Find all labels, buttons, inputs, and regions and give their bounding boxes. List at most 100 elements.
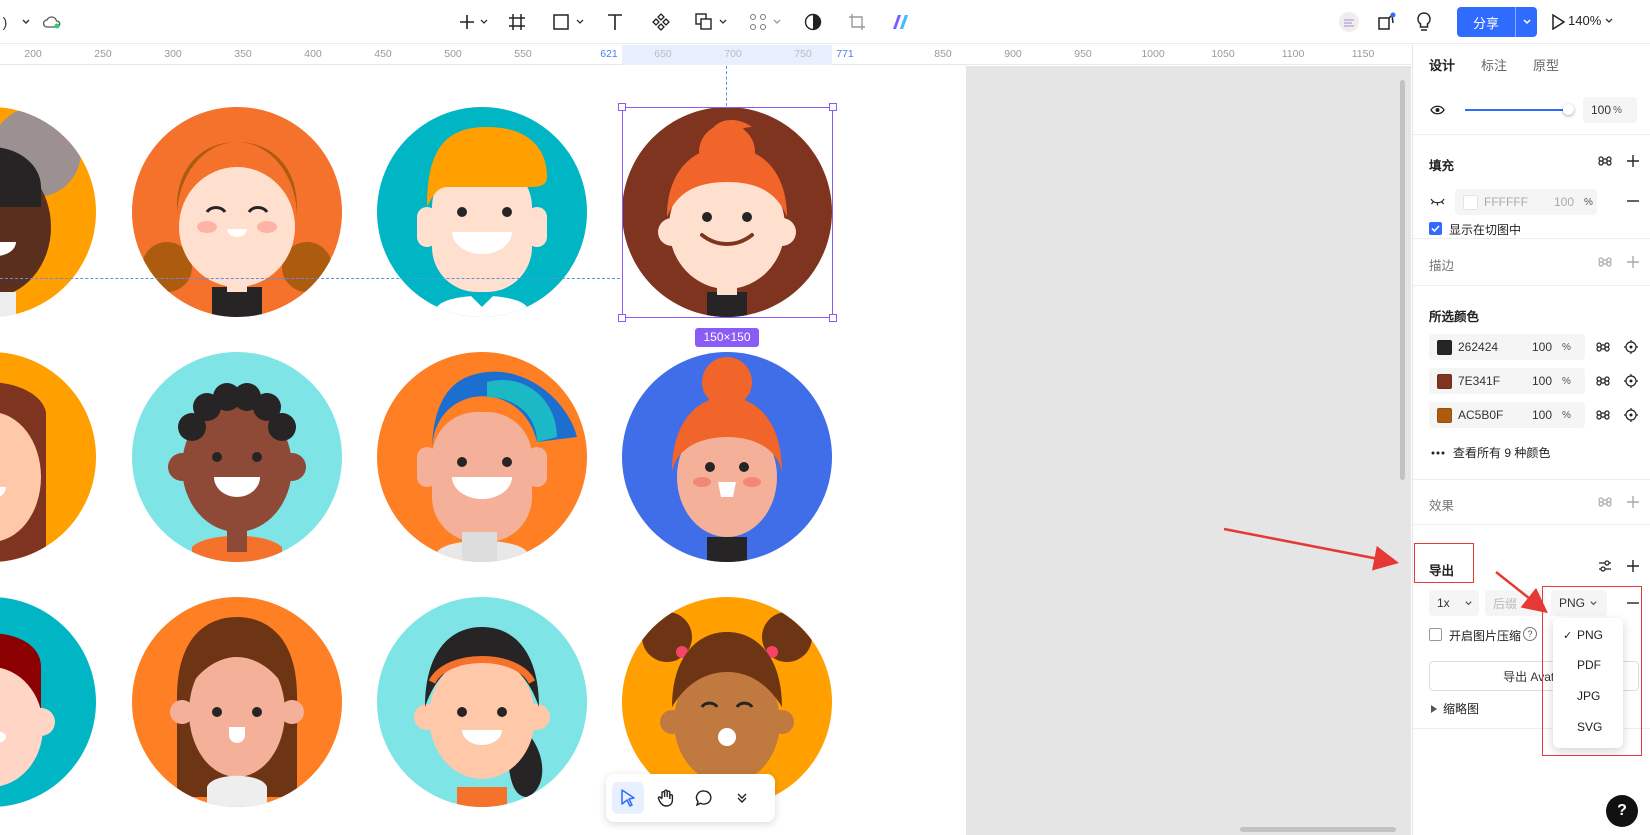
chevron-down-icon[interactable]: [1515, 7, 1537, 37]
remove-fill-icon[interactable]: [1625, 193, 1641, 209]
export-settings-icon[interactable]: [1597, 558, 1613, 574]
add-stroke-icon[interactable]: [1625, 254, 1641, 270]
fill-opacity-unit: %: [1584, 196, 1593, 208]
color-opacity: 100: [1532, 374, 1553, 388]
add-tool-button[interactable]: [456, 8, 492, 36]
color-row[interactable]: 7E341F 100 %: [1429, 368, 1585, 394]
chevron-down-icon: [1465, 600, 1472, 605]
avatar-image[interactable]: [377, 597, 587, 807]
frame-tool-icon[interactable]: [506, 8, 528, 36]
component-tool-icon[interactable]: [650, 8, 672, 36]
avatar-image[interactable]: [132, 107, 342, 317]
ai-plugin-icon[interactable]: [890, 8, 912, 36]
ruler-tick: 850: [934, 48, 952, 60]
eye-closed-icon[interactable]: [1429, 194, 1445, 210]
eye-icon[interactable]: [1429, 102, 1445, 118]
export-suffix-input[interactable]: 后缀: [1485, 590, 1545, 616]
tab-annotate[interactable]: 标注: [1481, 55, 1507, 74]
color-swatch[interactable]: [1437, 407, 1452, 423]
opacity-value: 100: [1591, 103, 1612, 117]
resize-handle[interactable]: [618, 103, 626, 111]
color-row[interactable]: 262424 100 %: [1429, 334, 1585, 360]
add-export-icon[interactable]: [1625, 558, 1641, 574]
selected-colors-section: 所选颜色 262424 100 % 7E341F 100 % AC5B0F 10…: [1413, 286, 1650, 480]
fill-section: 填充 FFFFFF 100 % 显示在切图中: [1413, 135, 1650, 239]
crop-tool-icon[interactable]: [846, 8, 868, 36]
tab-design[interactable]: 设计: [1429, 55, 1455, 74]
compress-image-checkbox[interactable]: [1429, 628, 1442, 641]
locate-color-icon[interactable]: [1623, 407, 1639, 423]
rectangle-tool-button[interactable]: [552, 8, 588, 36]
zoom-control[interactable]: 140%: [1568, 13, 1614, 28]
add-effect-icon[interactable]: [1625, 494, 1641, 510]
ruler-tick: 750: [794, 48, 812, 60]
thumbnail-toggle[interactable]: 缩略图: [1431, 700, 1479, 717]
view-all-colors-link[interactable]: 查看所有 9 种颜色: [1431, 444, 1550, 461]
opacity-slider-thumb[interactable]: [1563, 104, 1574, 115]
resize-handle[interactable]: [618, 314, 626, 322]
opacity-slider-track[interactable]: [1465, 109, 1567, 111]
style-library-icon[interactable]: [1595, 407, 1611, 423]
fill-color-input[interactable]: FFFFFF 100 %: [1455, 189, 1597, 215]
style-library-icon[interactable]: [1597, 254, 1613, 270]
avatar-image[interactable]: [132, 352, 342, 562]
menu-paren-icon[interactable]: ): [0, 8, 10, 36]
share-button[interactable]: 分享: [1457, 7, 1537, 37]
text-tool-icon[interactable]: [604, 8, 626, 36]
ruler-tick-selection-end: 771: [836, 48, 854, 60]
panel-tabs: 设计 标注 原型: [1413, 45, 1650, 83]
hand-tool-icon[interactable]: [650, 782, 682, 814]
style-library-icon[interactable]: [1595, 339, 1611, 355]
view-all-colors-label: 查看所有 9 种颜色: [1453, 446, 1551, 460]
resize-handle[interactable]: [829, 103, 837, 111]
locate-color-icon[interactable]: [1623, 339, 1639, 355]
double-chevron-down-icon[interactable]: [726, 782, 758, 814]
avatar-image[interactable]: [132, 597, 342, 807]
lightbulb-icon[interactable]: [1414, 8, 1434, 36]
help-button[interactable]: ?: [1606, 795, 1638, 827]
add-fill-icon[interactable]: [1625, 153, 1641, 169]
color-swatch[interactable]: [1437, 339, 1452, 355]
mask-tool-button[interactable]: [748, 8, 788, 36]
tab-prototype[interactable]: 原型: [1533, 55, 1559, 74]
horizontal-ruler: 200 250 300 350 400 450 500 550 621 650 …: [0, 45, 1411, 65]
share-label: 分享: [1472, 15, 1499, 31]
avatar-image[interactable]: [0, 597, 96, 807]
comment-tool-icon[interactable]: [688, 782, 720, 814]
export-scale-select[interactable]: 1x: [1429, 590, 1479, 616]
avatar-image[interactable]: [377, 352, 587, 562]
show-in-slice-checkbox[interactable]: [1429, 222, 1442, 235]
selected-colors-title: 所选颜色: [1429, 310, 1480, 324]
play-icon[interactable]: [1548, 8, 1568, 36]
color-hex: 7E341F: [1458, 374, 1501, 388]
style-library-icon[interactable]: [1597, 153, 1613, 169]
avatar-image[interactable]: [622, 352, 832, 562]
move-tool-icon[interactable]: [612, 782, 644, 814]
avatar-image[interactable]: [0, 107, 96, 317]
avatar-image[interactable]: [0, 352, 96, 562]
color-hex: 262424: [1458, 340, 1499, 354]
cloud-sync-icon[interactable]: [42, 8, 62, 36]
chevron-down-icon[interactable]: [18, 8, 34, 36]
horizontal-scrollbar[interactable]: [1240, 827, 1396, 832]
vertical-scrollbar[interactable]: [1400, 80, 1405, 480]
color-swatch[interactable]: [1437, 373, 1452, 389]
user-avatar-icon[interactable]: [1336, 8, 1362, 36]
artboard-frame[interactable]: 150×150: [0, 66, 966, 835]
style-library-icon[interactable]: [1595, 373, 1611, 389]
contrast-tool-icon[interactable]: [802, 8, 824, 36]
opacity-input[interactable]: 100 %: [1583, 97, 1637, 123]
locate-color-icon[interactable]: [1623, 373, 1639, 389]
avatar-image[interactable]: [377, 107, 587, 317]
help-circle-icon[interactable]: ?: [1523, 627, 1537, 641]
style-library-icon[interactable]: [1597, 494, 1613, 510]
resize-handle[interactable]: [829, 314, 837, 322]
ruler-tick: 700: [724, 48, 742, 60]
boolean-tool-button[interactable]: [694, 8, 734, 36]
fill-swatch[interactable]: [1463, 194, 1478, 210]
color-row[interactable]: AC5B0F 100 %: [1429, 402, 1585, 428]
design-canvas[interactable]: 150×150: [0, 66, 1411, 835]
plugin-icon[interactable]: [1374, 8, 1398, 36]
selection-box[interactable]: [618, 103, 837, 322]
color-hex: AC5B0F: [1458, 408, 1504, 422]
